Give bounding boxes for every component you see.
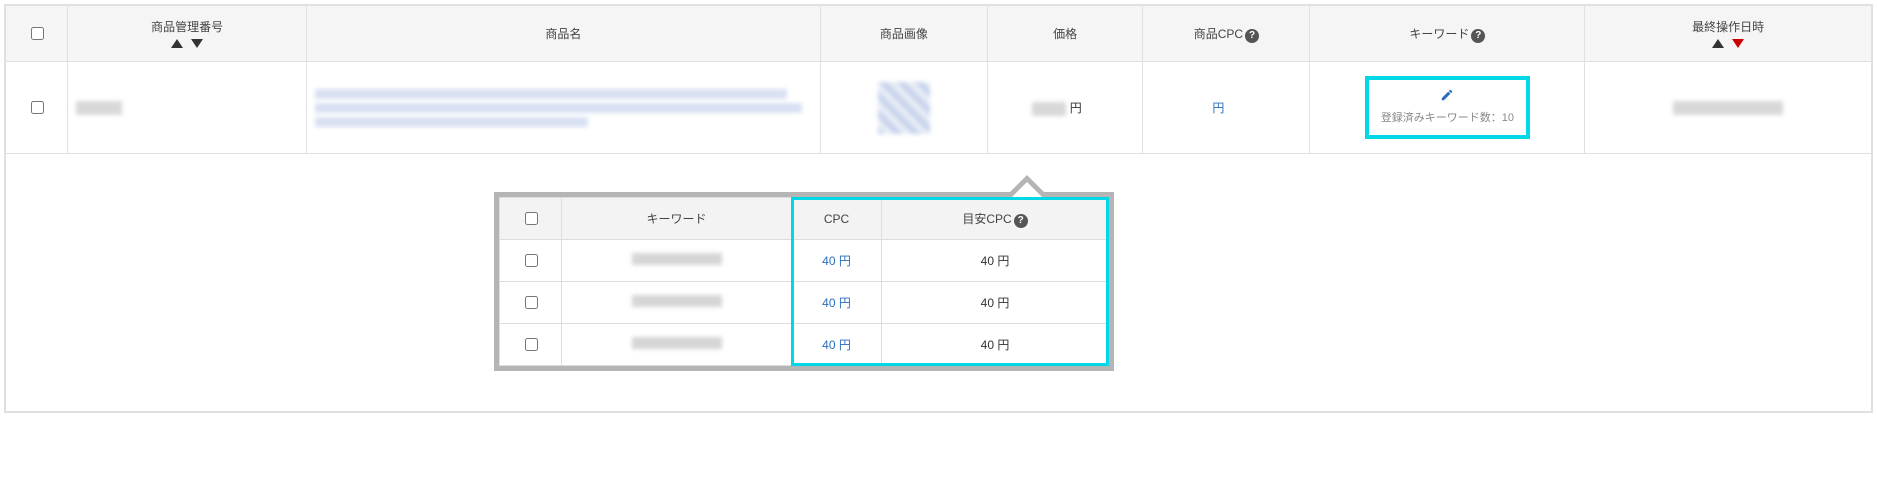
sub-keyword-value (632, 253, 722, 265)
sort-asc-icon[interactable] (1712, 39, 1724, 48)
edit-icon (1440, 88, 1454, 102)
header-product-cpc-label: 商品CPC (1194, 27, 1243, 41)
sort-desc-icon[interactable] (191, 39, 203, 48)
price-value (1032, 102, 1066, 116)
sub-cpc-value: 40 円 (792, 324, 882, 366)
sub-keyword-value (632, 295, 722, 307)
header-price-label: 価格 (1053, 27, 1077, 41)
last-op-value (1673, 101, 1783, 115)
product-thumbnail (878, 82, 930, 134)
select-all-checkbox[interactable] (31, 27, 44, 40)
header-checkbox (6, 6, 68, 62)
row-checkbox[interactable] (31, 101, 44, 114)
sub-cpc-value: 40 円 (792, 282, 882, 324)
help-icon[interactable]: ? (1471, 29, 1485, 43)
sort-desc-active-icon[interactable] (1732, 39, 1744, 48)
help-icon[interactable]: ? (1014, 214, 1028, 228)
header-product-name-label: 商品名 (545, 27, 581, 41)
price-currency: 円 (1070, 101, 1082, 115)
sub-row-checkbox[interactable] (525, 254, 538, 267)
sub-header-keyword: キーワード (562, 198, 792, 240)
header-product-id-label: 商品管理番号 (151, 20, 223, 34)
header-product-cpc: 商品CPC? (1143, 6, 1310, 62)
table-row: 円 円 登録済みキーワード数：10 (6, 62, 1872, 154)
sort-asc-icon[interactable] (171, 39, 183, 48)
edit-keywords-button[interactable] (1381, 88, 1514, 105)
header-last-op-label: 最終操作日時 (1692, 20, 1764, 34)
header-price: 価格 (987, 6, 1142, 62)
help-icon[interactable]: ? (1245, 29, 1259, 43)
sub-est-value: 40 円 (882, 282, 1109, 324)
sub-header-est-cpc: 目安CPC? (882, 198, 1109, 240)
sub-select-all-checkbox[interactable] (525, 212, 538, 225)
header-product-image: 商品画像 (820, 6, 987, 62)
sub-keyword-value (632, 337, 722, 349)
keyword-detail-panel: キーワード CPC 目安CPC? (494, 192, 1114, 371)
keyword-detail-row: キーワード CPC 目安CPC? (6, 154, 1872, 412)
keyword-highlight-box: 登録済みキーワード数：10 (1365, 76, 1530, 139)
keyword-count-label: 登録済みキーワード数：10 (1381, 109, 1514, 125)
header-product-id: 商品管理番号 (68, 6, 307, 62)
sub-est-value: 40 円 (882, 240, 1109, 282)
sub-cpc-value: 40 円 (792, 240, 882, 282)
sub-row: 40 円 40 円 (500, 240, 1109, 282)
sub-row-checkbox[interactable] (525, 296, 538, 309)
product-id-value (76, 101, 122, 115)
sub-est-value: 40 円 (882, 324, 1109, 366)
sub-row: 40 円 40 円 (500, 282, 1109, 324)
header-product-image-label: 商品画像 (880, 27, 928, 41)
sub-header-cpc: CPC (792, 198, 882, 240)
sub-row: 40 円 40 円 (500, 324, 1109, 366)
header-product-name: 商品名 (307, 6, 821, 62)
sub-row-checkbox[interactable] (525, 338, 538, 351)
header-keyword: キーワード? (1310, 6, 1585, 62)
header-last-op: 最終操作日時 (1585, 6, 1872, 62)
panel-pointer-icon (1005, 175, 1049, 197)
cpc-currency: 円 (1212, 101, 1224, 115)
header-keyword-label: キーワード (1409, 27, 1469, 41)
